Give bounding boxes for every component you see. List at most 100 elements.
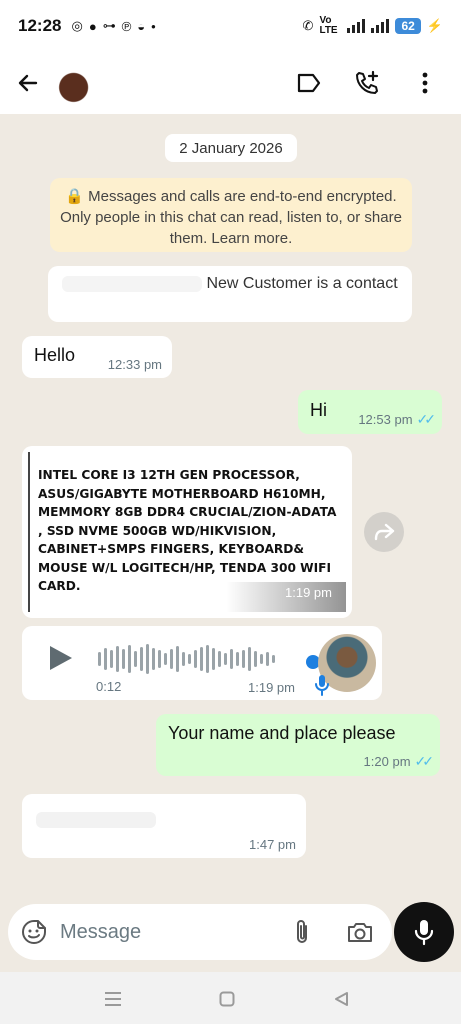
menu-button[interactable] bbox=[399, 57, 451, 109]
signal-icon-2 bbox=[371, 19, 390, 33]
waveform-bar bbox=[134, 651, 137, 667]
label-button[interactable] bbox=[283, 57, 335, 109]
square-icon bbox=[219, 991, 235, 1007]
add-call-button[interactable] bbox=[341, 57, 393, 109]
waveform-bar bbox=[206, 645, 209, 673]
waveform-bar bbox=[104, 648, 107, 670]
pinterest-icon: ℗ bbox=[121, 18, 132, 34]
message-text: Hi bbox=[310, 400, 327, 420]
waveform-bar bbox=[200, 647, 203, 671]
signal-icon bbox=[347, 19, 366, 33]
nav-back-button[interactable] bbox=[326, 984, 356, 1014]
message-bubble-in[interactable]: 1:47 pm bbox=[22, 794, 306, 858]
arrow-left-icon bbox=[18, 74, 38, 92]
voice-duration: 0:12 bbox=[96, 679, 122, 694]
waveform-bar bbox=[110, 650, 113, 668]
waveform[interactable] bbox=[98, 644, 308, 674]
waveform-bar bbox=[194, 650, 197, 668]
waveform-bar bbox=[176, 646, 179, 672]
waveform-bar bbox=[218, 651, 221, 667]
date-chip: 2 January 2026 bbox=[165, 134, 297, 162]
app-icon: ◒ bbox=[137, 18, 146, 34]
contact-avatar[interactable] bbox=[56, 61, 100, 105]
wifi-call-icon: ✆ bbox=[302, 18, 314, 33]
paperclip-icon bbox=[297, 920, 307, 943]
waveform-bar bbox=[146, 644, 149, 674]
image-text: INTEL CORE I3 12TH GEN PROCESSOR, ASUS/G… bbox=[38, 468, 337, 593]
system-notice: New Customer is a contact bbox=[48, 266, 412, 322]
waveform-bar bbox=[212, 648, 215, 670]
image-message[interactable]: INTEL CORE I3 12TH GEN PROCESSOR, ASUS/G… bbox=[22, 446, 352, 618]
waveform-bar bbox=[116, 646, 119, 672]
camera-icon bbox=[348, 923, 372, 942]
message-time: 12:53 pm ✓✓ bbox=[358, 411, 437, 427]
waveform-bar bbox=[98, 652, 101, 666]
add-call-icon bbox=[356, 70, 379, 94]
encryption-notice[interactable]: 🔒 Messages and calls are end-to-end encr… bbox=[50, 178, 412, 252]
home-button[interactable] bbox=[212, 984, 242, 1014]
menu-icon bbox=[105, 992, 121, 1006]
voice-message[interactable]: 0:12 1:19 pm bbox=[22, 626, 382, 700]
message-time: 1:19 pm bbox=[248, 680, 295, 695]
waveform-bar bbox=[248, 647, 251, 671]
system-nav-bar bbox=[0, 972, 461, 1024]
link-icon: ⊶ bbox=[102, 18, 116, 33]
mic-icon bbox=[315, 675, 329, 696]
notification-icons: ◎ ● ⊶ ℗ ◒ • bbox=[71, 18, 155, 34]
waveform-bar bbox=[260, 654, 263, 664]
message-input-pill bbox=[8, 904, 392, 960]
redacted-name bbox=[62, 275, 202, 292]
back-button[interactable] bbox=[0, 52, 56, 114]
double-check-icon: ✓✓ bbox=[414, 753, 435, 769]
recents-button[interactable] bbox=[98, 984, 128, 1014]
forward-icon bbox=[374, 523, 395, 541]
waveform-bar bbox=[140, 647, 143, 671]
network-label: Vo LTE bbox=[319, 15, 338, 36]
waveform-bar bbox=[152, 648, 155, 670]
waveform-bar bbox=[122, 649, 125, 669]
play-icon[interactable] bbox=[48, 644, 74, 672]
waveform-bar bbox=[164, 653, 167, 665]
waveform-bar bbox=[230, 649, 233, 669]
charging-icon: ⚡ bbox=[426, 18, 443, 33]
redacted-text bbox=[36, 812, 156, 828]
message-bubble-in[interactable]: Hello 12:33 pm bbox=[22, 336, 172, 378]
chat-icon: ● bbox=[88, 18, 97, 34]
header-actions bbox=[283, 57, 461, 109]
whatsapp-icon: ◎ bbox=[71, 18, 83, 33]
waveform-bar bbox=[242, 650, 245, 668]
camera-button[interactable] bbox=[342, 914, 378, 950]
waveform-bar bbox=[272, 655, 275, 663]
status-time: 12:28 bbox=[18, 16, 62, 35]
waveform-bar bbox=[128, 645, 131, 673]
chat-area[interactable]: 2 January 2026 🔒 Messages and calls are … bbox=[0, 114, 461, 908]
waveform-bar bbox=[236, 652, 239, 666]
status-bar: 12:28 ◎ ● ⊶ ℗ ◒ • ✆ Vo LTE 62 ⚡ bbox=[0, 0, 461, 52]
composer bbox=[0, 896, 461, 972]
image-preview[interactable]: INTEL CORE I3 12TH GEN PROCESSOR, ASUS/G… bbox=[28, 452, 346, 612]
mic-icon bbox=[414, 920, 434, 946]
message-input[interactable] bbox=[60, 920, 260, 944]
message-time: 1:47 pm bbox=[249, 837, 296, 852]
waveform-bar bbox=[182, 652, 185, 666]
waveform-bar bbox=[224, 653, 227, 665]
more-vertical-icon bbox=[422, 72, 428, 94]
message-time: 1:19 pm bbox=[285, 585, 332, 600]
sticker-icon bbox=[22, 920, 46, 944]
system-notice-text: New Customer is a contact bbox=[206, 275, 398, 292]
battery-indicator: 62 bbox=[395, 18, 421, 34]
message-time: 1:20 pm ✓✓ bbox=[363, 753, 435, 769]
label-icon bbox=[297, 73, 321, 93]
more-notifications-icon: • bbox=[151, 18, 156, 34]
double-check-icon: ✓✓ bbox=[416, 411, 437, 427]
system-icons: ✆ Vo LTE 62 ⚡ bbox=[303, 16, 443, 36]
message-bubble-out[interactable]: Hi 12:53 pm ✓✓ bbox=[298, 390, 442, 434]
sticker-button[interactable] bbox=[8, 904, 60, 960]
message-text: Your name and place please bbox=[168, 723, 396, 743]
message-bubble-out[interactable]: Your name and place please 1:20 pm ✓✓ bbox=[156, 714, 440, 776]
voice-record-button[interactable] bbox=[394, 902, 454, 962]
forward-button[interactable] bbox=[364, 512, 404, 552]
waveform-bar bbox=[266, 652, 269, 666]
waveform-bar bbox=[254, 651, 257, 667]
attach-button[interactable] bbox=[284, 914, 320, 950]
